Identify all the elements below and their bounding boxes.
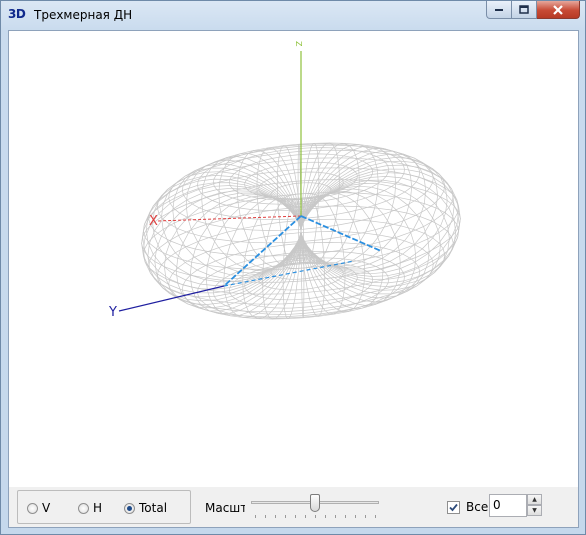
- slider-tick: [345, 515, 346, 518]
- minimize-icon: [495, 8, 503, 11]
- scale-slider[interactable]: [251, 493, 381, 521]
- app-3d-icon: 3D: [8, 7, 26, 21]
- all-checkbox[interactable]: Все: [447, 500, 488, 514]
- spin-up-button[interactable]: ▲: [527, 494, 542, 505]
- slider-thumb[interactable]: [310, 494, 320, 512]
- slider-tick: [365, 515, 366, 518]
- slider-tick: [305, 515, 306, 518]
- radio-total-circle[interactable]: [124, 502, 135, 514]
- window-title: Трехмерная ДН: [34, 8, 133, 22]
- 3d-radiation-pattern: X Y Z: [108, 41, 461, 320]
- control-panel: V H Total Масштаб Все: [9, 487, 578, 527]
- slider-tick: [315, 515, 316, 518]
- polarization-radio-group: V H Total: [17, 490, 191, 524]
- slider-tick: [295, 515, 296, 518]
- close-icon: [553, 4, 563, 15]
- y-axis-label: Y: [108, 305, 117, 320]
- spin-buttons: ▲ ▼: [527, 494, 542, 517]
- slider-tick: [325, 515, 326, 518]
- caption-buttons: [486, 1, 580, 21]
- client-area: X Y Z V H Total Масштаб: [8, 30, 579, 528]
- spin-value-input[interactable]: 0: [489, 494, 527, 517]
- radio-h-circle[interactable]: [78, 502, 89, 514]
- spin-down-button[interactable]: ▼: [527, 505, 542, 516]
- maximize-button[interactable]: [512, 1, 537, 19]
- close-button[interactable]: [537, 1, 580, 19]
- radio-total[interactable]: Total: [124, 501, 167, 515]
- checkmark-icon: [449, 503, 458, 511]
- slider-tick: [335, 515, 336, 518]
- radio-v[interactable]: V: [27, 501, 50, 515]
- slider-tick: [255, 515, 256, 518]
- slider-tick: [265, 515, 266, 518]
- app-window: 3D Трехмерная ДН X Y Z V H Total Масшт В…: [0, 0, 586, 535]
- slider-tick: [275, 515, 276, 518]
- x-axis-label: X: [149, 214, 158, 229]
- z-axis-label: Z: [294, 41, 303, 47]
- mesh-ring: [213, 257, 389, 315]
- slider-tick: [285, 515, 286, 518]
- scale-label: Масштаб: [205, 501, 245, 515]
- radio-h-label: H: [93, 501, 103, 515]
- chevron-down-icon: ▼: [532, 507, 537, 514]
- slider-tick: [355, 515, 356, 518]
- chevron-up-icon: ▲: [532, 496, 537, 503]
- all-checkbox-label: Все: [466, 500, 489, 514]
- radio-h[interactable]: H: [78, 501, 102, 515]
- title-bar[interactable]: 3D Трехмерная ДН: [1, 1, 585, 30]
- 3d-pattern-viewport[interactable]: X Y Z: [9, 31, 578, 487]
- radio-v-circle[interactable]: [27, 502, 38, 514]
- all-checkbox-box[interactable]: [447, 500, 460, 514]
- maximize-icon: [519, 5, 529, 14]
- radio-v-label: V: [42, 501, 51, 515]
- minimize-button[interactable]: [486, 1, 512, 19]
- slider-tick: [375, 515, 376, 518]
- radio-total-label: Total: [139, 501, 168, 515]
